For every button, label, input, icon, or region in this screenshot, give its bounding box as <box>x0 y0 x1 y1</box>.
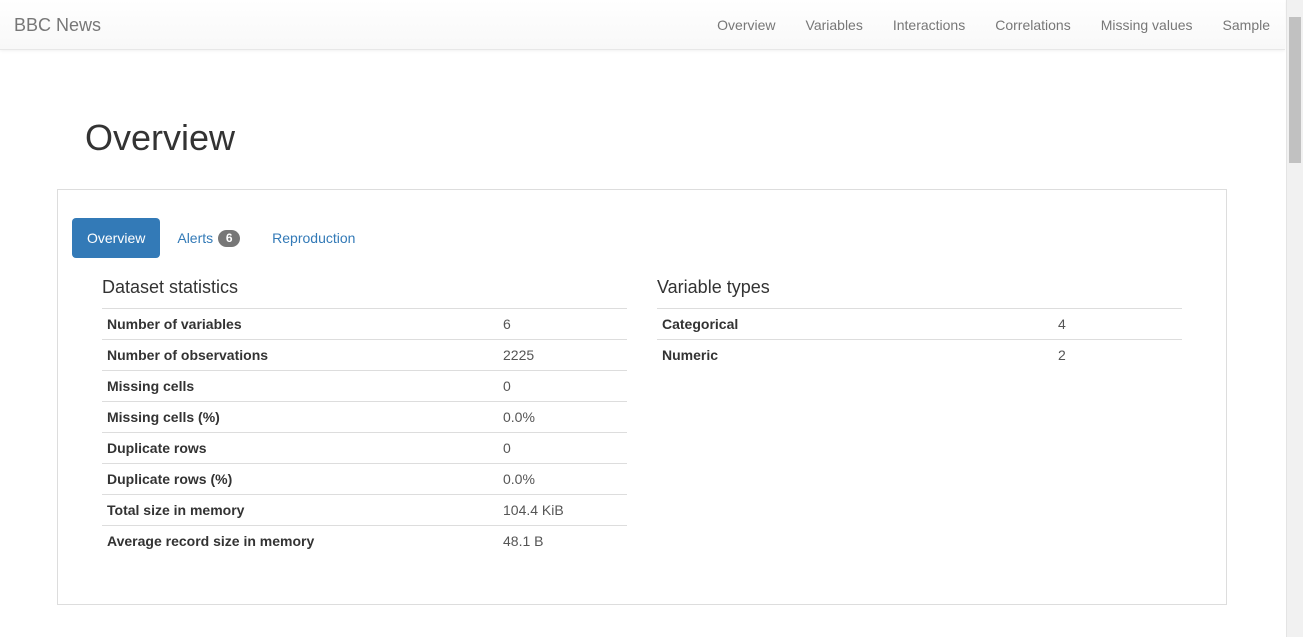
alerts-count-badge: 6 <box>218 229 241 247</box>
type-label: Numeric <box>657 339 1053 371</box>
stat-value: 104.4 KiB <box>498 494 627 526</box>
nav-link-interactions[interactable]: Interactions <box>893 15 965 35</box>
variable-types-section: Variable types Categorical 4 Numeric 2 <box>657 276 1182 371</box>
table-row: Average record size in memory 48.1 B <box>102 525 627 557</box>
stat-label: Missing cells <box>102 370 498 402</box>
table-row: Total size in memory 104.4 KiB <box>102 494 627 526</box>
nav-link-missing-values[interactable]: Missing values <box>1101 15 1193 35</box>
overview-tabs: Overview Alerts 6 Reproduction <box>72 218 372 258</box>
stat-value: 0 <box>498 432 627 464</box>
nav-link-correlations[interactable]: Correlations <box>995 15 1070 35</box>
stat-label: Duplicate rows <box>102 432 498 464</box>
table-row: Missing cells (%) 0.0% <box>102 401 627 433</box>
stat-label: Average record size in memory <box>102 525 498 557</box>
stat-value: 0.0% <box>498 401 627 433</box>
table-row: Number of variables 6 <box>102 308 627 340</box>
dataset-statistics-title: Dataset statistics <box>102 277 239 297</box>
top-navbar: BBC News Overview Variables Interactions… <box>0 0 1285 50</box>
stat-label: Number of observations <box>102 339 498 371</box>
overview-panel: Overview Alerts 6 Reproduction Dataset s… <box>57 189 1227 605</box>
page-title: Overview <box>85 117 236 158</box>
stat-label: Total size in memory <box>102 494 498 526</box>
scrollbar-thumb[interactable] <box>1289 17 1301 163</box>
table-row: Number of observations 2225 <box>102 339 627 371</box>
stat-value: 0 <box>498 370 627 402</box>
tab-overview[interactable]: Overview <box>72 218 161 258</box>
variable-types-table: Categorical 4 Numeric 2 <box>657 308 1182 371</box>
nav-link-sample[interactable]: Sample <box>1223 15 1270 35</box>
type-count: 4 <box>1053 308 1182 340</box>
nav-link-variables[interactable]: Variables <box>806 15 863 35</box>
variable-types-title: Variable types <box>657 277 770 297</box>
tab-alerts[interactable]: Alerts 6 <box>162 218 255 258</box>
tab-reproduction[interactable]: Reproduction <box>257 218 370 258</box>
stat-value: 2225 <box>498 339 627 371</box>
table-row: Missing cells 0 <box>102 370 627 402</box>
table-row: Numeric 2 <box>657 339 1182 371</box>
dataset-statistics-section: Dataset statistics Number of variables 6 … <box>102 276 627 557</box>
nav-links: Overview Variables Interactions Correlat… <box>717 0 1270 50</box>
stat-value: 48.1 B <box>498 525 627 557</box>
brand-link[interactable]: BBC News <box>14 15 101 35</box>
stat-value: 0.0% <box>498 463 627 495</box>
stat-label: Duplicate rows (%) <box>102 463 498 495</box>
type-label: Categorical <box>657 308 1053 340</box>
dataset-statistics-table: Number of variables 6 Number of observati… <box>102 308 627 557</box>
table-row: Duplicate rows (%) 0.0% <box>102 463 627 495</box>
type-count: 2 <box>1053 339 1182 371</box>
table-row: Categorical 4 <box>657 308 1182 340</box>
stat-value: 6 <box>498 308 627 340</box>
stat-label: Missing cells (%) <box>102 401 498 433</box>
table-row: Duplicate rows 0 <box>102 432 627 464</box>
vertical-scrollbar[interactable] <box>1286 0 1303 637</box>
stat-label: Number of variables <box>102 308 498 340</box>
tab-alerts-label: Alerts <box>177 230 214 246</box>
nav-link-overview[interactable]: Overview <box>717 15 775 35</box>
